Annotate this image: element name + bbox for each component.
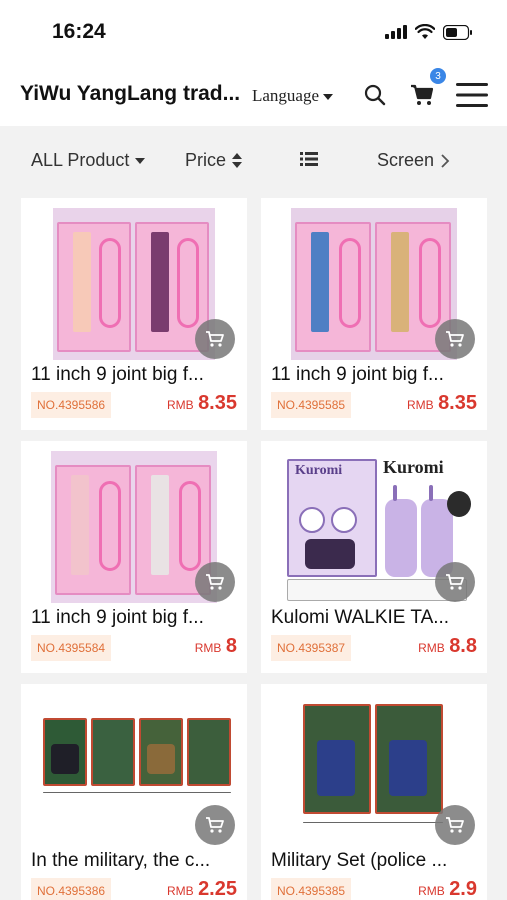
price-sort[interactable]: Price (185, 150, 243, 171)
signal-icon (385, 25, 407, 39)
product-number: NO.4395386 (31, 878, 112, 900)
cart-button[interactable] (407, 80, 437, 110)
shop-name[interactable]: YiWu YangLang trad... (20, 82, 240, 106)
price-currency: RMB (418, 884, 445, 898)
list-view-icon (300, 152, 318, 166)
price-currency: RMB (166, 398, 194, 412)
cart-count-badge: 3 (430, 68, 446, 84)
product-number: NO.4395385 (271, 878, 352, 900)
price-value: 2.25 (198, 878, 237, 900)
cart-icon (446, 574, 464, 590)
price-currency: RMB (418, 641, 445, 655)
product-price: RMB 8 (195, 635, 237, 658)
add-to-cart-button[interactable] (195, 805, 235, 845)
status-icons (385, 24, 473, 40)
product-title[interactable]: Kulomi WALKIE TA... (271, 607, 481, 629)
product-title[interactable]: Military Set (police ... (271, 850, 481, 872)
chevron-down-icon (135, 157, 146, 164)
add-to-cart-button[interactable] (195, 319, 235, 359)
cart-icon (206, 574, 224, 590)
cart-icon (446, 817, 464, 833)
add-to-cart-button[interactable] (195, 562, 235, 602)
search-button[interactable] (360, 80, 390, 110)
menu-icon (456, 83, 488, 107)
product-price: RMB 8.35 (407, 392, 477, 415)
product-card[interactable]: 11 inch 9 joint big f... NO.4395584 RMB … (21, 441, 247, 673)
product-title[interactable]: In the military, the c... (31, 850, 241, 872)
price-value: 8 (225, 635, 237, 657)
add-to-cart-button[interactable] (435, 805, 475, 845)
product-price: RMB 8.35 (167, 392, 237, 415)
product-title[interactable]: 11 inch 9 joint big f... (271, 364, 481, 386)
price-currency: RMB (166, 884, 194, 898)
search-icon (364, 84, 386, 106)
chevron-down-icon (323, 94, 334, 100)
sort-arrows-icon (232, 153, 243, 168)
add-to-cart-button[interactable] (435, 562, 475, 602)
cart-icon (206, 331, 224, 347)
kuromi-logo-text: Kuromi (383, 457, 444, 477)
kuromi-box-label: Kuromi (295, 463, 343, 478)
product-number: NO.4395387 (271, 635, 352, 661)
status-bar: 16:24 (0, 0, 507, 62)
language-selector[interactable]: Language (252, 86, 334, 106)
price-value: 8.8 (449, 635, 477, 657)
product-number: NO.4395586 (31, 392, 112, 418)
product-number: NO.4395585 (271, 392, 352, 418)
wifi-icon (415, 24, 435, 39)
product-title[interactable]: 11 inch 9 joint big f... (31, 607, 241, 629)
product-price: RMB 8.8 (418, 635, 477, 658)
price-label: Price (185, 150, 227, 170)
status-time: 16:24 (52, 20, 106, 43)
cart-icon (411, 84, 434, 105)
price-value: 2.9 (449, 878, 477, 900)
product-card[interactable]: In the military, the c... NO.4395386 RMB… (21, 684, 247, 900)
cart-icon (206, 817, 224, 833)
screen-label: Screen (377, 150, 435, 170)
price-currency: RMB (406, 398, 434, 412)
price-value: 8.35 (198, 392, 237, 414)
cart-icon (446, 331, 464, 347)
all-product-filter[interactable]: ALL Product (31, 150, 146, 171)
battery-icon (443, 24, 472, 40)
product-card[interactable]: Kuromi Kuromi Kulomi WALKIE TA... NO.439… (261, 441, 487, 673)
product-title[interactable]: 11 inch 9 joint big f... (31, 364, 241, 386)
product-card[interactable]: 11 inch 9 joint big f... NO.4395585 RMB … (261, 198, 487, 430)
product-price: RMB 2.9 (418, 878, 477, 900)
product-price: RMB 2.25 (167, 878, 237, 900)
add-to-cart-button[interactable] (435, 319, 475, 359)
product-number: NO.4395584 (31, 635, 112, 661)
price-value: 8.35 (438, 392, 477, 414)
product-card[interactable]: 11 inch 9 joint big f... NO.4395586 RMB … (21, 198, 247, 430)
chevron-right-icon (441, 153, 450, 168)
list-view-toggle[interactable] (300, 151, 318, 167)
filter-bar: ALL Product Price Screen (0, 126, 507, 196)
language-label: Language (252, 86, 320, 105)
product-card[interactable]: Military Set (police ... NO.4395385 RMB … (261, 684, 487, 900)
menu-button[interactable] (455, 80, 489, 110)
price-currency: RMB (194, 641, 222, 655)
screen-filter[interactable]: Screen (377, 150, 450, 171)
all-product-label: ALL Product (31, 150, 130, 170)
